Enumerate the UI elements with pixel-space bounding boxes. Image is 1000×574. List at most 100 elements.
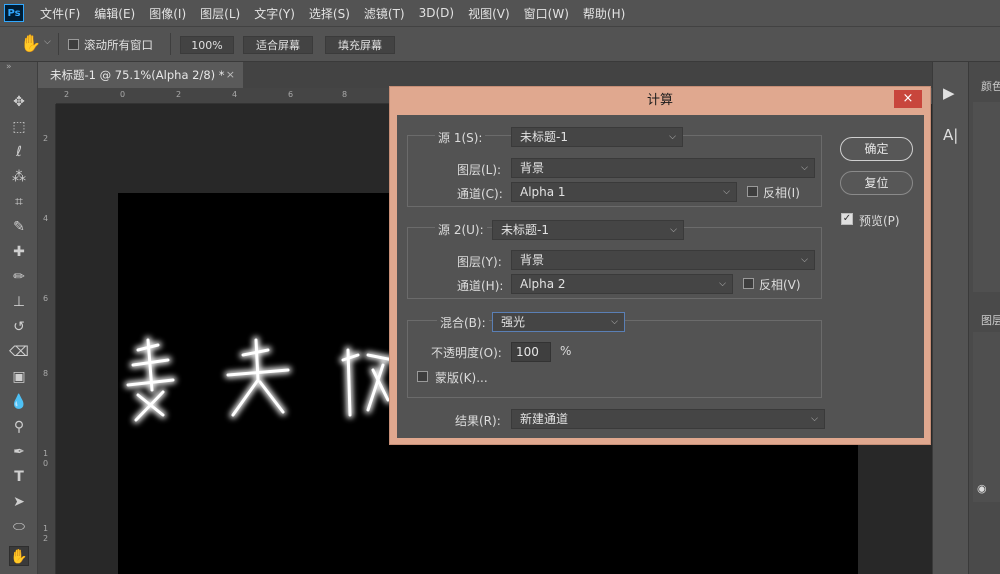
document-tab-title: 未标题-1 @ 75.1%(Alpha 2/8) * <box>50 68 225 82</box>
menu-filter[interactable]: 滤镜(T) <box>364 5 405 22</box>
options-bar: ✋ ⌵ 滚动所有窗口 100% 适合屏幕 填充屏幕 <box>0 26 1000 62</box>
ruler-label: 2 <box>64 90 70 99</box>
magic-wand-tool-icon[interactable]: ⁂ <box>9 167 29 187</box>
blur-tool-icon[interactable]: 💧 <box>9 392 29 412</box>
menu-select[interactable]: 选择(S) <box>309 5 350 22</box>
mask-checkbox[interactable] <box>417 371 428 382</box>
chevron-down-icon: ⌵ <box>801 163 808 173</box>
clone-stamp-tool-icon[interactable]: ⊥ <box>9 292 29 312</box>
source2-channel-value: Alpha 2 <box>520 277 566 291</box>
fill-screen-button[interactable]: 填充屏幕 <box>325 36 395 54</box>
ruler-label: 2 <box>43 534 49 543</box>
menu-view[interactable]: 视图(V) <box>468 5 510 22</box>
dialog-close-button[interactable]: × <box>894 90 922 108</box>
collapse-icon[interactable]: » <box>6 62 12 72</box>
result-value: 新建通道 <box>520 412 569 426</box>
hand-tool-icon[interactable]: ✋ <box>20 34 41 54</box>
document-tabs: 未标题-1 @ 75.1%(Alpha 2/8) * × <box>38 62 932 88</box>
pen-tool-icon[interactable]: ✒ <box>9 442 29 462</box>
tab-color[interactable]: 颜色 <box>981 78 1000 94</box>
opacity-label: 不透明度(O): <box>431 346 502 360</box>
ruler-label: 2 <box>176 90 182 99</box>
opacity-input[interactable]: 100 <box>511 342 551 362</box>
marquee-tool-icon[interactable]: ⬚ <box>9 117 29 137</box>
reset-button[interactable]: 复位 <box>840 171 913 195</box>
lasso-tool-icon[interactable]: ℓ <box>9 142 29 162</box>
eyedropper-tool-icon[interactable]: ✎ <box>9 217 29 237</box>
source1-layer-value: 背景 <box>520 161 545 175</box>
menu-help[interactable]: 帮助(H) <box>583 5 625 22</box>
menu-file[interactable]: 文件(F) <box>40 5 80 22</box>
scroll-all-checkbox[interactable] <box>68 39 79 50</box>
opacity-unit: % <box>560 344 572 358</box>
menu-type[interactable]: 文字(Y) <box>254 5 295 22</box>
smoky-text-artwork <box>124 336 397 424</box>
chevron-down-icon: ⌵ <box>719 279 726 289</box>
panel-icons-strip: ▶ A| <box>932 62 968 574</box>
fit-screen-button[interactable]: 适合屏幕 <box>243 36 313 54</box>
source2-invert-checkbox[interactable] <box>743 278 754 289</box>
play-icon[interactable]: ▶ <box>943 84 955 102</box>
ruler-label: 1 <box>43 449 49 458</box>
source2-layer-label: 图层(Y): <box>457 255 502 269</box>
history-brush-tool-icon[interactable]: ↺ <box>9 317 29 337</box>
ruler-label: 4 <box>43 214 49 223</box>
chevron-down-icon: ⌵ <box>611 317 618 327</box>
menu-layer[interactable]: 图层(L) <box>200 5 240 22</box>
close-icon[interactable]: × <box>226 68 235 81</box>
menu-window[interactable]: 窗口(W) <box>524 5 569 22</box>
result-select[interactable]: 新建通道 ⌵ <box>511 409 825 429</box>
ruler-label: 0 <box>43 459 49 468</box>
tab-layers[interactable]: 图层 <box>981 312 1000 328</box>
divider <box>170 33 171 55</box>
tab-document[interactable]: 未标题-1 @ 75.1%(Alpha 2/8) * × <box>38 62 243 88</box>
hand-tool-icon[interactable]: ✋ <box>9 546 29 566</box>
dodge-tool-icon[interactable]: ⚲ <box>9 417 29 437</box>
photoshop-logo: Ps <box>4 4 24 22</box>
zoom-100-button[interactable]: 100% <box>180 36 234 54</box>
source1-invert-checkbox[interactable] <box>747 186 758 197</box>
path-selection-tool-icon[interactable]: ➤ <box>9 492 29 512</box>
source2-select[interactable]: 未标题-1 ⌵ <box>492 220 684 240</box>
ok-button[interactable]: 确定 <box>840 137 913 161</box>
visibility-eye-icon[interactable]: ◉ <box>977 482 987 495</box>
character-panel-icon[interactable]: A| <box>943 126 958 144</box>
vertical-ruler: 2 4 6 8 1 0 1 2 <box>38 104 56 574</box>
blending-select[interactable]: 强光 ⌵ <box>492 312 625 332</box>
chevron-down-icon: ⌵ <box>811 414 818 424</box>
move-tool-icon[interactable]: ✥ <box>9 92 29 112</box>
healing-brush-tool-icon[interactable]: ✚ <box>9 242 29 262</box>
tools-panel: » ✥ ⬚ ℓ ⁂ ⌗ ✎ ✚ ✏ ⊥ ↺ ⌫ ▣ 💧 ⚲ ✒ T ➤ ⬭ ✋ <box>0 62 38 574</box>
chevron-down-icon: ⌵ <box>669 132 676 142</box>
chevron-down-icon[interactable]: ⌵ <box>44 37 51 47</box>
source1-channel-select[interactable]: Alpha 1 ⌵ <box>511 182 737 202</box>
ruler-label: 2 <box>43 134 49 143</box>
crop-tool-icon[interactable]: ⌗ <box>9 192 29 212</box>
brush-tool-icon[interactable]: ✏ <box>9 267 29 287</box>
dialog-body: 源 1(S): 未标题-1 ⌵ 图层(L): 背景 ⌵ 通道(C): Alpha 1… <box>397 115 924 438</box>
source1-select[interactable]: 未标题-1 ⌵ <box>511 127 683 147</box>
menu-edit[interactable]: 编辑(E) <box>94 5 135 22</box>
eraser-tool-icon[interactable]: ⌫ <box>9 342 29 362</box>
chevron-down-icon: ⌵ <box>723 187 730 197</box>
source1-layer-select[interactable]: 背景 ⌵ <box>511 158 815 178</box>
gradient-tool-icon[interactable]: ▣ <box>9 367 29 387</box>
ruler-label: 6 <box>288 90 294 99</box>
ruler-label: 8 <box>43 369 49 378</box>
ellipse-tool-icon[interactable]: ⬭ <box>9 517 29 537</box>
source2-layer-select[interactable]: 背景 ⌵ <box>511 250 815 270</box>
source2-label: 源 2(U): <box>435 221 487 238</box>
chevron-down-icon: ⌵ <box>670 225 677 235</box>
source2-channel-select[interactable]: Alpha 2 ⌵ <box>511 274 733 294</box>
blending-label: 混合(B): <box>437 314 489 331</box>
source1-label: 源 1(S): <box>435 129 486 146</box>
mask-label: 蒙版(K)... <box>435 371 488 385</box>
preview-checkbox[interactable]: ✓ <box>841 213 853 225</box>
result-label: 结果(R): <box>455 414 501 428</box>
blending-value: 强光 <box>501 315 526 329</box>
type-tool-icon[interactable]: T <box>9 467 29 487</box>
menu-3d[interactable]: 3D(D) <box>419 6 454 20</box>
menu-bar: Ps 文件(F) 编辑(E) 图像(I) 图层(L) 文字(Y) 选择(S) 滤… <box>0 0 1000 26</box>
source2-invert-label: 反相(V) <box>759 278 801 292</box>
menu-image[interactable]: 图像(I) <box>149 5 186 22</box>
